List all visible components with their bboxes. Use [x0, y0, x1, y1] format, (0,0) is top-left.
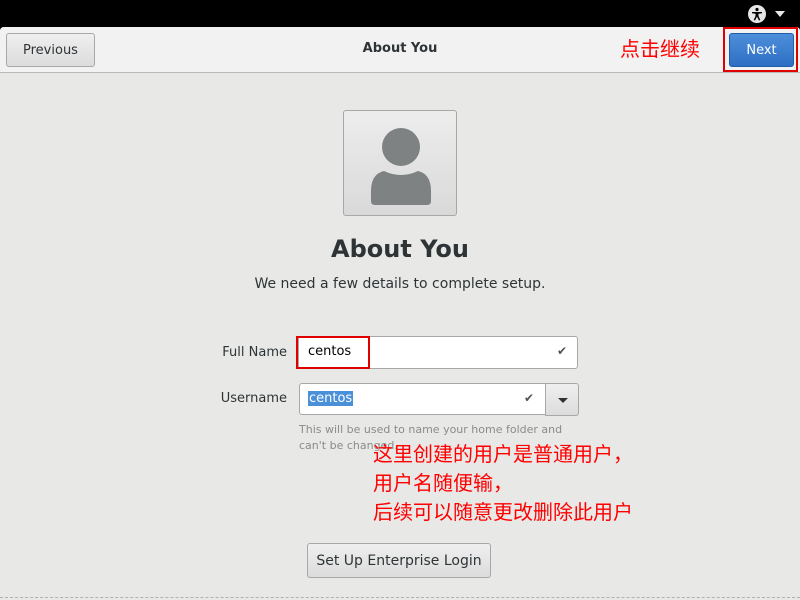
caret-down-icon[interactable]	[775, 11, 785, 17]
annotation-user-note-3: 后续可以随意更改删除此用户	[373, 500, 633, 524]
checkmark-icon: ✔	[557, 344, 568, 358]
username-label: Username	[220, 391, 287, 406]
setup-window: Previous About You Next 点击继续 About You W…	[0, 27, 800, 600]
accessibility-icon[interactable]	[748, 5, 766, 23]
username-dropdown-button[interactable]	[545, 383, 579, 416]
divider	[0, 597, 800, 598]
caret-down-icon	[558, 398, 568, 403]
next-button[interactable]: Next	[729, 33, 794, 67]
page-title: About You	[331, 235, 469, 263]
enterprise-login-button[interactable]: Set Up Enterprise Login	[307, 543, 491, 578]
full-name-label: Full Name	[222, 345, 287, 360]
annotation-user-note-2: 用户名随便输，	[373, 471, 513, 495]
username-value: centos	[308, 391, 354, 406]
annotation-user-note-1: 这里创建的用户是普通用户，	[373, 442, 633, 466]
full-name-value: centos	[308, 344, 352, 359]
full-name-input[interactable]: centos ✔	[298, 336, 578, 369]
annotation-next-note: 点击继续	[620, 37, 700, 61]
top-bar	[0, 0, 800, 27]
page-subtitle: We need a few details to complete setup.	[254, 276, 546, 292]
checkmark-icon: ✔	[524, 391, 535, 405]
avatar-button[interactable]	[343, 110, 457, 216]
username-combo[interactable]: centos ✔	[299, 383, 579, 416]
